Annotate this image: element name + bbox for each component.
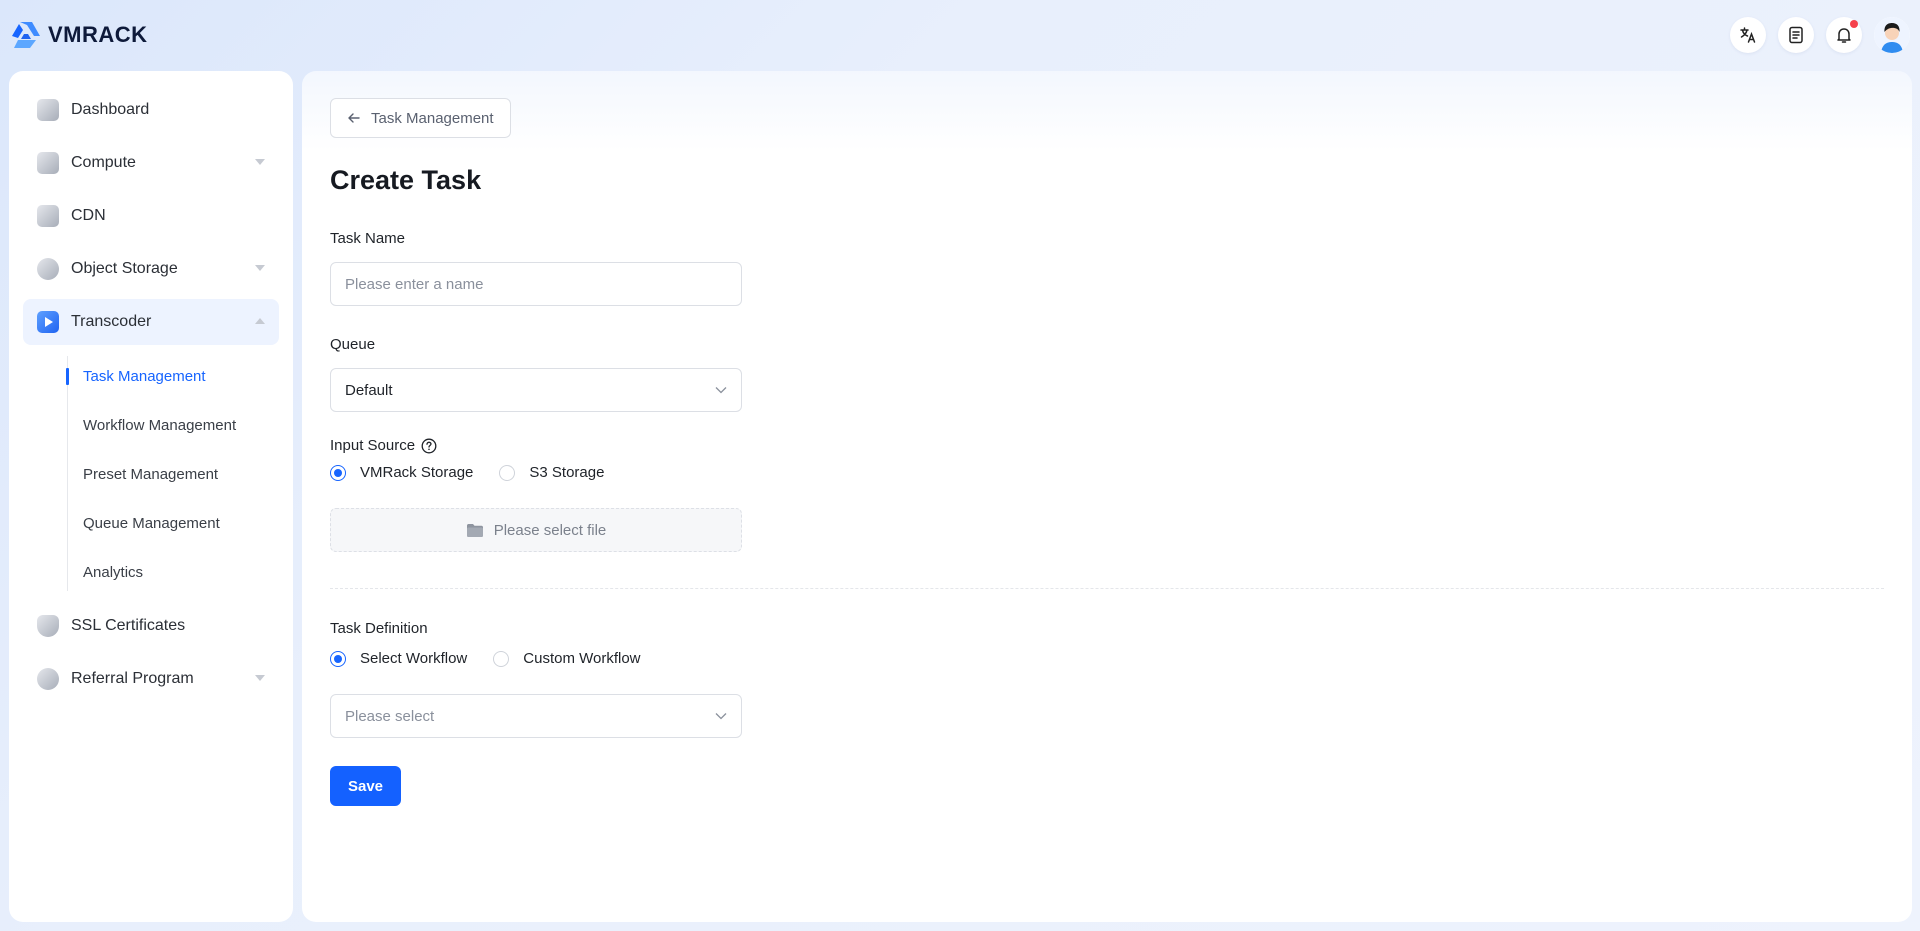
sidebar-item-label: Transcoder xyxy=(71,313,152,330)
chevron-up-icon xyxy=(255,318,265,324)
input-source-options: VMRack Storage S3 Storage xyxy=(330,464,630,481)
radio-s3-storage[interactable]: S3 Storage xyxy=(499,464,604,481)
sidebar-item-cdn[interactable]: CDN xyxy=(23,193,279,239)
chevron-down-icon xyxy=(715,387,727,394)
dashboard-icon xyxy=(37,99,59,121)
main-panel: Task Management Create Task Task Name Qu… xyxy=(302,71,1912,922)
sidebar-item-ssl-certificates[interactable]: SSL Certificates xyxy=(23,603,279,649)
chevron-down-icon xyxy=(255,265,265,271)
input-source-label: Input Source xyxy=(330,437,416,454)
compute-icon xyxy=(37,152,59,174)
help-icon[interactable] xyxy=(421,438,437,454)
folder-icon xyxy=(466,523,483,537)
radio-circle xyxy=(499,464,516,481)
queue-label: Queue xyxy=(330,336,376,353)
radio-circle-checked xyxy=(330,650,346,667)
sidebar-item-dashboard[interactable]: Dashboard xyxy=(23,87,279,133)
sidebar-item-object-storage[interactable]: Object Storage xyxy=(23,246,279,292)
translate-icon xyxy=(1740,27,1756,43)
sidebar-item-compute[interactable]: Compute xyxy=(23,140,279,186)
brand-name: VMRACK xyxy=(48,22,148,47)
task-definition-label: Task Definition xyxy=(330,620,428,637)
workflow-select-placeholder: Please select xyxy=(345,707,435,725)
radio-label: VMRack Storage xyxy=(360,464,474,481)
task-name-input[interactable] xyxy=(330,262,742,306)
chevron-down-icon xyxy=(715,713,727,720)
save-button[interactable]: Save xyxy=(330,766,401,806)
sidebar: Dashboard Compute CDN Object Storage Tra… xyxy=(9,71,293,922)
top-bar: VMRACK xyxy=(0,0,1920,70)
workflow-select[interactable]: Please select xyxy=(330,694,742,738)
sidebar-item-label: SSL Certificates xyxy=(71,617,186,634)
select-file-label: Please select file xyxy=(493,521,607,539)
avatar-icon xyxy=(1874,17,1910,53)
logo[interactable]: VMRACK xyxy=(10,20,148,50)
arrow-left-icon xyxy=(348,113,360,123)
radio-vmrack-storage[interactable]: VMRack Storage xyxy=(330,464,473,481)
chevron-down-icon xyxy=(255,159,265,165)
sidebar-item-label: Referral Program xyxy=(71,670,194,687)
sidebar-item-queue-management[interactable]: Queue Management xyxy=(45,499,279,548)
avatar[interactable] xyxy=(1874,17,1910,53)
section-divider xyxy=(330,588,1884,589)
vmrack-logo-icon xyxy=(12,22,40,48)
transcoder-submenu: Task Management Workflow Management Pres… xyxy=(45,352,279,597)
radio-circle xyxy=(493,650,510,667)
sidebar-item-label: Compute xyxy=(71,154,136,171)
bell-icon xyxy=(1837,28,1851,43)
notifications-button[interactable] xyxy=(1826,17,1862,53)
back-button-label: Task Management xyxy=(371,109,494,127)
select-file-button[interactable]: Please select file xyxy=(330,508,742,552)
notification-dot xyxy=(1850,20,1858,28)
chevron-down-icon xyxy=(255,675,265,681)
sidebar-item-analytics[interactable]: Analytics xyxy=(45,548,279,597)
queue-select[interactable]: Default xyxy=(330,368,742,412)
object-storage-icon xyxy=(37,258,59,280)
sidebar-item-label: CDN xyxy=(71,207,106,224)
radio-select-workflow[interactable]: Select Workflow xyxy=(330,650,467,667)
radio-label: Custom Workflow xyxy=(523,650,641,667)
queue-selected-value: Default xyxy=(345,381,393,399)
input-source-label-row: Input Source xyxy=(330,437,437,454)
referral-icon xyxy=(37,668,59,690)
sidebar-item-preset-management[interactable]: Preset Management xyxy=(45,450,279,499)
sidebar-item-label: Object Storage xyxy=(71,260,178,277)
radio-circle-checked xyxy=(330,464,346,481)
back-button[interactable]: Task Management xyxy=(330,98,511,138)
sidebar-item-label: Dashboard xyxy=(71,101,150,118)
document-icon xyxy=(1789,26,1803,44)
task-definition-options: Select Workflow Custom Workflow xyxy=(330,650,667,667)
translate-button[interactable] xyxy=(1730,17,1766,53)
sidebar-item-referral-program[interactable]: Referral Program xyxy=(23,656,279,702)
transcoder-icon xyxy=(37,311,59,333)
radio-label: Select Workflow xyxy=(360,650,468,667)
sidebar-item-task-management[interactable]: Task Management xyxy=(45,352,279,401)
sidebar-item-workflow-management[interactable]: Workflow Management xyxy=(45,401,279,450)
radio-label: S3 Storage xyxy=(529,464,605,481)
ssl-icon xyxy=(37,615,59,637)
page-title: Create Task xyxy=(330,165,482,195)
cdn-icon xyxy=(37,205,59,227)
radio-custom-workflow[interactable]: Custom Workflow xyxy=(493,650,641,667)
docs-button[interactable] xyxy=(1778,17,1814,53)
task-name-label: Task Name xyxy=(330,230,406,247)
sidebar-item-transcoder[interactable]: Transcoder xyxy=(23,299,279,345)
